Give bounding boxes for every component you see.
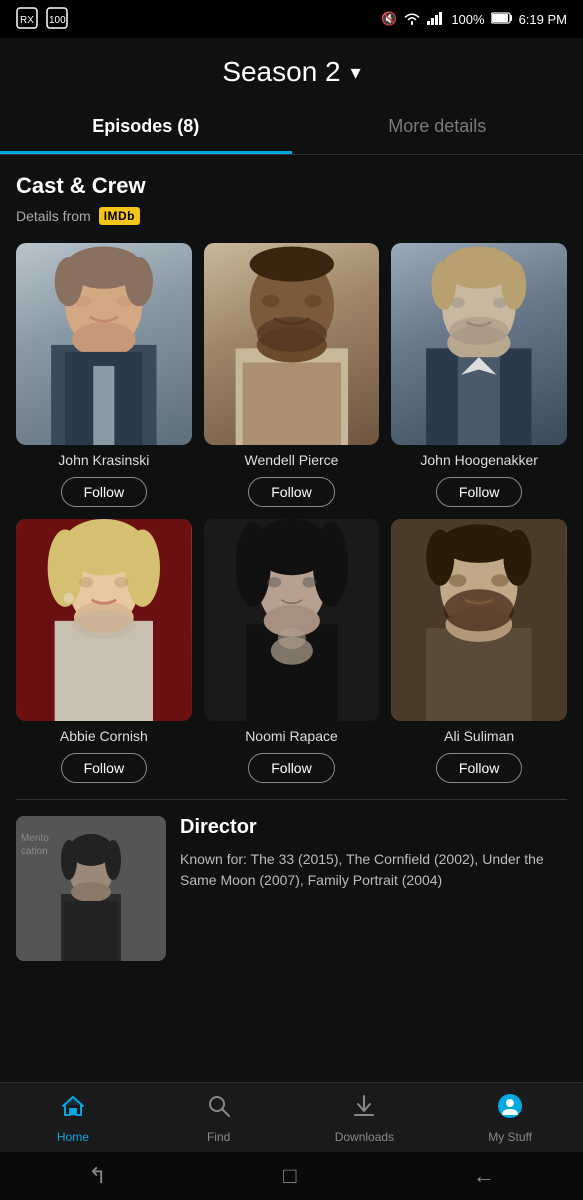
director-label: Director bbox=[180, 816, 567, 839]
status-bar: RX 100 🔇 100% bbox=[0, 0, 583, 38]
downloads-icon bbox=[351, 1093, 377, 1126]
cast-name-krasinski: John Krasinski bbox=[58, 451, 149, 469]
director-photo: Mento cation bbox=[16, 816, 166, 961]
nav-mystuff[interactable]: My Stuff bbox=[480, 1093, 540, 1144]
cast-photo-cornish bbox=[16, 519, 192, 721]
home-button[interactable]: □ bbox=[283, 1163, 296, 1189]
cast-crew-title: Cast & Crew bbox=[16, 173, 567, 199]
find-icon bbox=[206, 1093, 232, 1126]
time-display: 6:19 PM bbox=[519, 12, 567, 27]
follow-button-suliman[interactable]: Follow bbox=[436, 753, 522, 783]
home-icon bbox=[60, 1093, 86, 1126]
season-dropdown-icon[interactable]: ▾ bbox=[351, 60, 361, 85]
director-known-for: Known for: The 33 (2015), The Cornfield … bbox=[180, 849, 567, 891]
cast-name-cornish: Abbie Cornish bbox=[60, 727, 148, 745]
director-info: Director Known for: The 33 (2015), The C… bbox=[180, 816, 567, 961]
svg-text:cation: cation bbox=[21, 846, 48, 857]
cast-card-rapace: Noomi Rapace Follow bbox=[204, 519, 380, 783]
follow-button-rapace[interactable]: Follow bbox=[248, 753, 334, 783]
back-button[interactable]: ← bbox=[473, 1163, 495, 1189]
status-right-info: 🔇 100% 6:19 PM bbox=[381, 11, 567, 28]
cast-photo-rapace bbox=[204, 519, 380, 721]
section-divider bbox=[16, 799, 567, 800]
svg-text:Mento: Mento bbox=[21, 833, 49, 844]
cast-card-krasinski: John Krasinski Follow bbox=[16, 243, 192, 507]
system-nav-bar: ↰ □ ← bbox=[0, 1152, 583, 1200]
nav-find[interactable]: Find bbox=[189, 1093, 249, 1144]
cast-name-pierce: Wendell Pierce bbox=[245, 451, 339, 469]
cast-name-rapace: Noomi Rapace bbox=[245, 727, 338, 745]
cast-name-hoogenakker: John Hoogenakker bbox=[420, 451, 538, 469]
follow-button-hoogenakker[interactable]: Follow bbox=[436, 477, 522, 507]
cast-photo-krasinski bbox=[16, 243, 192, 445]
director-section: Mento cation Director Known for: The 33 … bbox=[16, 816, 567, 961]
cast-card-cornish: Abbie Cornish Follow bbox=[16, 519, 192, 783]
notification-icon: 100 bbox=[46, 7, 68, 32]
nav-home[interactable]: Home bbox=[43, 1093, 103, 1144]
nav-mystuff-label: My Stuff bbox=[488, 1130, 532, 1144]
wifi-icon bbox=[403, 11, 421, 28]
cast-name-suliman: Ali Suliman bbox=[444, 727, 514, 745]
imdb-attribution: Details from IMDb bbox=[16, 207, 567, 225]
follow-button-cornish[interactable]: Follow bbox=[61, 753, 147, 783]
svg-text:100: 100 bbox=[49, 15, 66, 26]
season-header[interactable]: Season 2 ▾ bbox=[0, 38, 583, 102]
follow-button-pierce[interactable]: Follow bbox=[248, 477, 334, 507]
cast-photo-pierce bbox=[204, 243, 380, 445]
rx-icon: RX bbox=[16, 7, 38, 32]
cast-card-hoogenakker: John Hoogenakker Follow bbox=[391, 243, 567, 507]
follow-button-krasinski[interactable]: Follow bbox=[61, 477, 147, 507]
battery-percent: 100% bbox=[451, 12, 484, 27]
tab-more-details[interactable]: More details bbox=[292, 102, 583, 154]
cast-photo-hoogenakker bbox=[391, 243, 567, 445]
details-from-text: Details from bbox=[16, 208, 91, 224]
tab-episodes[interactable]: Episodes (8) bbox=[0, 102, 292, 154]
tabs-bar: Episodes (8) More details bbox=[0, 102, 583, 155]
mystuff-icon bbox=[497, 1093, 523, 1126]
recent-apps-button[interactable]: ↰ bbox=[88, 1163, 106, 1189]
nav-downloads-label: Downloads bbox=[335, 1130, 394, 1144]
cast-card-pierce: Wendell Pierce Follow bbox=[204, 243, 380, 507]
nav-find-label: Find bbox=[207, 1130, 230, 1144]
cast-crew-section: Cast & Crew Details from IMDb bbox=[16, 173, 567, 225]
signal-icon bbox=[427, 11, 445, 28]
season-title: Season 2 bbox=[222, 56, 340, 88]
svg-text:RX: RX bbox=[20, 15, 34, 26]
cast-card-suliman: Ali Suliman Follow bbox=[391, 519, 567, 783]
cast-grid: John Krasinski Follow bbox=[16, 243, 567, 783]
nav-home-label: Home bbox=[57, 1130, 89, 1144]
status-left-icons: RX 100 bbox=[16, 7, 68, 32]
imdb-badge: IMDb bbox=[99, 207, 140, 225]
bottom-nav: Home Find Downloads My bbox=[0, 1082, 583, 1152]
cast-photo-suliman bbox=[391, 519, 567, 721]
nav-downloads[interactable]: Downloads bbox=[334, 1093, 394, 1144]
mute-icon: 🔇 bbox=[381, 11, 397, 27]
battery-icon bbox=[491, 12, 513, 27]
main-content: Cast & Crew Details from IMDb bbox=[0, 155, 583, 961]
